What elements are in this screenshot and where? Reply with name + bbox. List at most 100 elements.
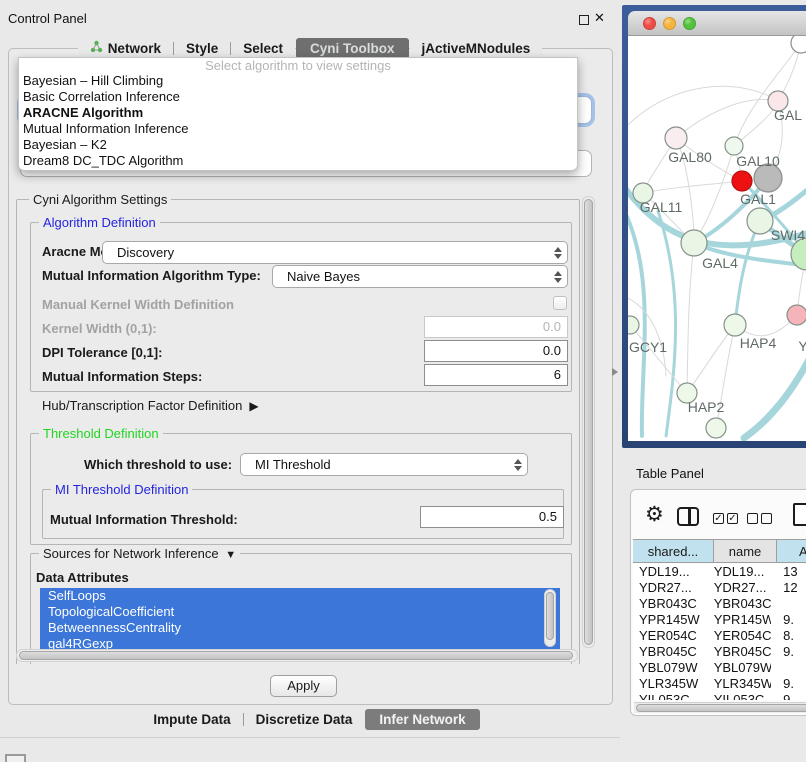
network-node[interactable]	[791, 36, 806, 53]
network-node[interactable]	[665, 127, 687, 149]
export-table-icon[interactable]	[793, 503, 806, 526]
network-node[interactable]	[706, 418, 726, 438]
select-all-columns-icon[interactable]: ✓	[713, 513, 724, 524]
attribute-item[interactable]: BetweennessCentrality	[40, 620, 560, 636]
attributes-scrollbar[interactable]	[544, 589, 556, 647]
panel-grip[interactable]	[5, 754, 26, 762]
mi-steps-label: Mutual Information Steps:	[42, 369, 202, 384]
dropdown-item[interactable]: Basic Correlation Inference	[19, 89, 577, 105]
tab-label: Discretize Data	[256, 712, 353, 727]
network-edge	[735, 221, 760, 325]
dropdown-item[interactable]: ARACNE Algorithm	[19, 105, 577, 121]
tab-select[interactable]: Select	[231, 38, 295, 59]
network-node-label: GAL80	[668, 149, 712, 165]
columns-icon[interactable]	[677, 507, 699, 526]
stepper-icon	[549, 271, 567, 283]
network-node[interactable]	[787, 305, 806, 325]
table-cell: YER054C	[711, 628, 771, 644]
tab-impute-data[interactable]: Impute Data	[141, 709, 242, 730]
network-edge	[658, 211, 676, 436]
mi-threshold-label: Mutual Information Threshold:	[50, 512, 238, 527]
tab-label: Cyni Toolbox	[310, 41, 395, 56]
table-row[interactable]: YER054CYER054C8.	[633, 628, 806, 644]
table-cell: 9	[771, 692, 806, 700]
table-cell: 9.	[771, 676, 806, 692]
network-edge	[628, 296, 666, 376]
column-header[interactable]: shared...	[633, 540, 714, 562]
algorithm-dropdown-popup: Select algorithm to view settings Bayesi…	[18, 57, 578, 171]
dpi-tolerance-field[interactable]: 0.0	[424, 340, 568, 362]
column-header[interactable]: name	[714, 540, 777, 562]
column-header[interactable]: A	[777, 540, 806, 562]
hub-section-toggle[interactable]: Hub/Transcription Factor Definition ▶	[42, 398, 259, 413]
gear-icon[interactable]: ⚙	[645, 504, 664, 525]
mi-type-combo[interactable]: Naive Bayes	[272, 265, 568, 288]
network-window-titlebar[interactable]	[628, 11, 806, 36]
settings-vertical-scrollbar[interactable]	[582, 196, 595, 648]
table-body: YDL19...YDL19...13YDR27...YDR27...12YBR0…	[633, 564, 806, 700]
attribute-item[interactable]: SelfLoops	[40, 588, 560, 604]
deselect-all-columns-icon[interactable]	[747, 513, 758, 524]
table-row[interactable]: YPR145WYPR145W9.	[633, 612, 806, 628]
table-cell: YDL19...	[633, 564, 711, 580]
close-window-icon[interactable]	[643, 17, 656, 30]
expand-right-icon: ▶	[246, 399, 259, 413]
network-node[interactable]	[628, 316, 639, 334]
network-canvas[interactable]: GALGAL80GAL10GAL1GAL11SWI4GAL4GCY1HAP4YH…	[628, 36, 806, 441]
tab-network[interactable]: Network	[78, 37, 173, 59]
network-node-label: Y	[798, 338, 806, 354]
stepper-icon	[509, 459, 527, 471]
apply-button[interactable]: Apply	[270, 675, 337, 697]
network-node[interactable]	[724, 314, 746, 336]
network-node-label: GAL10	[736, 153, 780, 169]
float-window-icon[interactable]	[579, 15, 589, 25]
dropdown-item[interactable]: Bayesian – Hill Climbing	[19, 73, 577, 89]
dropdown-item[interactable]: Bayesian – K2	[19, 137, 577, 153]
table-row[interactable]: YBL079WYBL079W	[633, 660, 806, 676]
network-node[interactable]	[747, 208, 773, 234]
network-node[interactable]	[732, 171, 752, 191]
table-row[interactable]: YLR345WYLR345W9.	[633, 676, 806, 692]
algorithm-definition-title: Algorithm Definition	[39, 215, 160, 230]
dropdown-item[interactable]: Mutual Information Inference	[19, 121, 577, 137]
close-panel-icon[interactable]: ✕	[594, 10, 605, 26]
kernel-width-field[interactable]: 0.0	[424, 316, 568, 338]
tab-discretize-data[interactable]: Discretize Data	[244, 709, 365, 730]
mi-type-value: Naive Bayes	[273, 269, 549, 284]
collapse-down-icon: ▼	[222, 549, 236, 561]
network-view-window[interactable]: GALGAL80GAL10GAL1GAL11SWI4GAL4GCY1HAP4YH…	[622, 5, 806, 448]
attribute-item[interactable]: gal4RGexp	[40, 636, 560, 650]
table-row[interactable]: YDR27...YDR27...12	[633, 580, 806, 596]
settings-horizontal-scrollbar[interactable]	[16, 649, 578, 662]
table-cell: 9.	[771, 612, 806, 628]
deselect-all-columns-icon[interactable]	[761, 513, 772, 524]
tab-infer-network[interactable]: Infer Network	[365, 709, 479, 730]
zoom-window-icon[interactable]	[683, 17, 696, 30]
table-row[interactable]: YBR045CYBR045C9.	[633, 644, 806, 660]
aracne-mode-combo[interactable]: Discovery	[102, 241, 568, 264]
table-row[interactable]: YBR043CYBR043C	[633, 596, 806, 612]
mi-steps-field[interactable]: 6	[424, 364, 568, 386]
network-edge	[734, 43, 801, 146]
mi-threshold-field[interactable]: 0.5	[420, 506, 564, 528]
network-node[interactable]	[681, 230, 707, 256]
manual-kernel-checkbox[interactable]	[553, 296, 567, 310]
table-cell: YBL079W	[633, 660, 711, 676]
table-row[interactable]: YDL19...YDL19...13	[633, 564, 806, 580]
tab-style[interactable]: Style	[174, 38, 230, 59]
data-attributes-list[interactable]: SelfLoopsTopologicalCoefficientBetweenne…	[40, 588, 560, 650]
sources-group-title[interactable]: Sources for Network Inference ▼	[39, 546, 240, 561]
table-row[interactable]: YIL053CYIL053C9	[633, 692, 806, 700]
tab-jactivemnodules[interactable]: jActiveMNodules	[410, 38, 543, 59]
tab-label: Select	[243, 41, 283, 56]
table-horizontal-scrollbar[interactable]	[634, 702, 806, 713]
table-cell: YPR145W	[711, 612, 771, 628]
minimize-window-icon[interactable]	[663, 17, 676, 30]
which-threshold-combo[interactable]: MI Threshold	[240, 453, 528, 476]
attribute-item[interactable]: TopologicalCoefficient	[40, 604, 560, 620]
tab-cyni-toolbox[interactable]: Cyni Toolbox	[296, 38, 409, 59]
select-all-columns-icon[interactable]: ✓	[727, 513, 738, 524]
dropdown-item[interactable]: Dream8 DC_TDC Algorithm	[19, 153, 577, 169]
table-cell: YBR045C	[633, 644, 711, 660]
table-cell: YIL053C	[711, 692, 771, 700]
